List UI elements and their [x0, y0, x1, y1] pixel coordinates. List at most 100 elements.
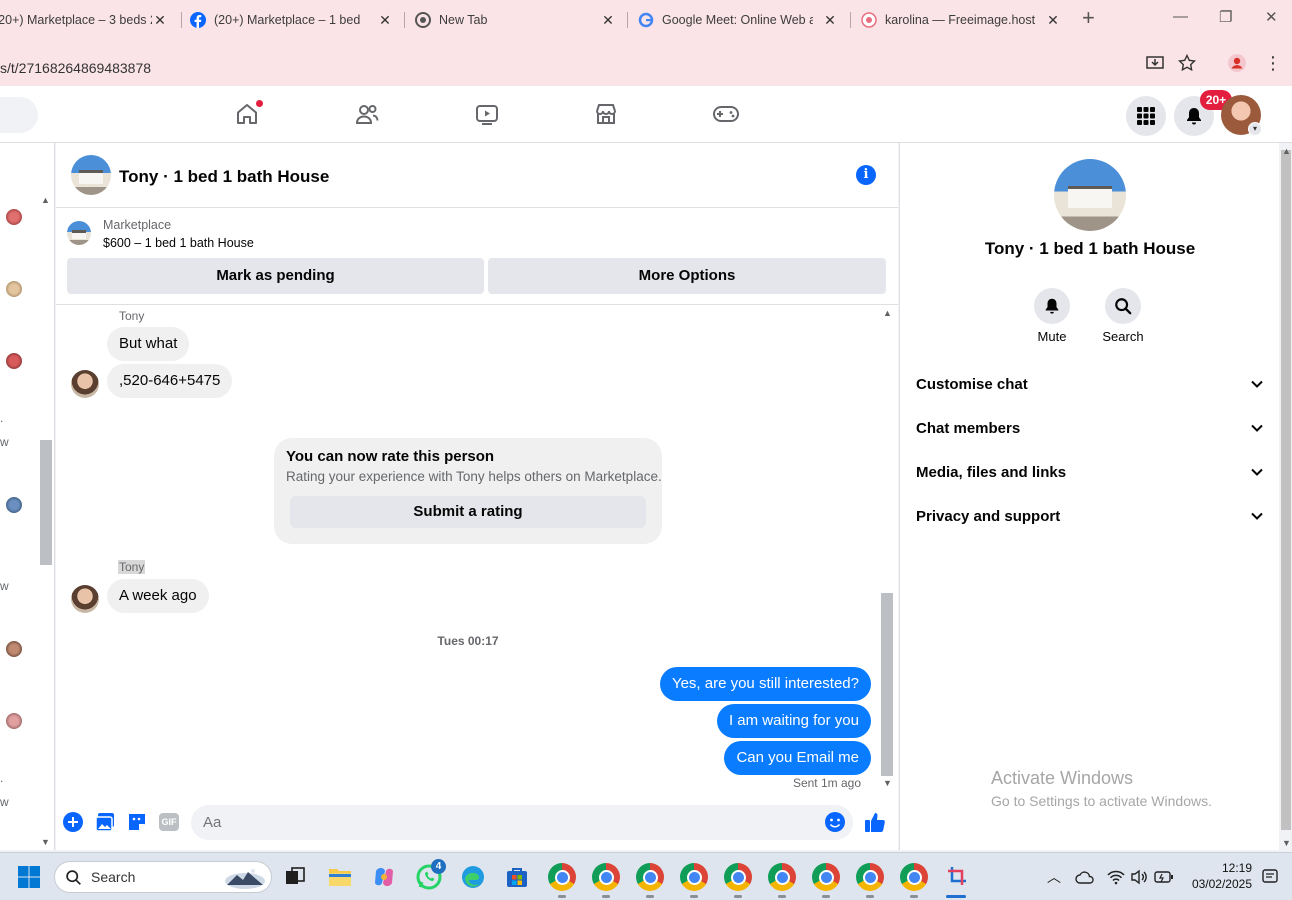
file-explorer-icon[interactable] [326, 863, 354, 891]
sticker-icon[interactable] [126, 811, 148, 833]
install-app-icon[interactable] [1145, 53, 1165, 73]
chat-members-section[interactable]: Chat members [916, 406, 1264, 450]
edge-icon[interactable] [459, 863, 487, 891]
thumbs-up-icon[interactable] [864, 811, 886, 833]
volume-icon[interactable] [1125, 863, 1153, 891]
tab-4-close-icon[interactable]: ✕ [822, 10, 838, 30]
media-files-links-section[interactable]: Media, files and links [916, 450, 1264, 494]
chevron-down-icon[interactable]: ▾ [1248, 122, 1262, 136]
search-in-conversation-button[interactable]: Search [1093, 288, 1153, 344]
chrome-profile-7-icon[interactable] [812, 863, 840, 891]
outgoing-message[interactable]: Can you Email me [724, 741, 871, 775]
outgoing-message[interactable]: Yes, are you still interested? [659, 667, 871, 701]
page-scroll-up-arrow-icon[interactable]: ▲ [1282, 146, 1291, 156]
tab-2-close-icon[interactable]: ✕ [377, 10, 393, 30]
copilot-icon[interactable] [370, 863, 398, 891]
scroll-down-arrow-icon[interactable]: ▼ [883, 778, 892, 788]
privacy-support-section[interactable]: Privacy and support [916, 494, 1264, 538]
windows-start-icon[interactable] [15, 863, 43, 891]
chat-avatar[interactable] [6, 497, 22, 513]
browser-tab-4[interactable]: Google Meet: Online Web an [638, 8, 813, 32]
menu-grid-button[interactable] [1126, 96, 1166, 136]
outgoing-message[interactable]: I am waiting for you [716, 704, 871, 738]
info-icon[interactable]: i [856, 165, 876, 185]
scroll-down-arrow-icon[interactable]: ▼ [41, 837, 50, 847]
task-view-icon[interactable] [281, 863, 309, 891]
snipping-tool-icon[interactable] [944, 863, 972, 891]
browser-tab-5[interactable]: karolina — Freeimage.host [861, 8, 1036, 32]
url-field[interactable]: s/t/27168264869483878 [0, 45, 1130, 81]
chrome-menu-icon[interactable]: ⋮ [1263, 53, 1283, 73]
video-icon[interactable] [473, 100, 501, 128]
conversation-title[interactable]: Tony · 1 bed 1 bath House [119, 167, 329, 187]
chrome-profile-9-icon[interactable] [900, 863, 928, 891]
chrome-profile-6-icon[interactable] [768, 863, 796, 891]
running-indicator [822, 895, 830, 898]
emoji-icon[interactable] [824, 811, 846, 833]
chrome-profile-4-icon[interactable] [680, 863, 708, 891]
chrome-profile-1-icon[interactable] [548, 863, 576, 891]
incoming-message[interactable]: But what [107, 327, 190, 361]
bookmark-star-icon[interactable] [1177, 53, 1197, 73]
listing-profile-image[interactable] [1054, 159, 1126, 231]
new-tab-plus-icon[interactable]: + [1082, 5, 1095, 31]
sender-avatar[interactable] [71, 585, 99, 613]
sidebar-scrollbar-thumb[interactable] [40, 440, 52, 565]
home-icon[interactable] [233, 99, 264, 128]
running-indicator [558, 895, 566, 898]
chat-avatar[interactable] [6, 713, 22, 729]
chrome-profile-icon[interactable] [1227, 53, 1247, 73]
tab-5-close-icon[interactable]: ✕ [1045, 10, 1061, 30]
chrome-profile-3-icon[interactable] [636, 863, 664, 891]
taskbar-search-box[interactable]: Search [54, 861, 272, 893]
facebook-icon [190, 12, 206, 28]
page-scrollbar-thumb[interactable] [1281, 150, 1291, 830]
window-close-icon[interactable]: ✕ [1265, 8, 1278, 26]
sender-avatar[interactable] [71, 370, 99, 398]
customise-chat-section[interactable]: Customise chat [916, 362, 1264, 406]
chrome-profile-2-icon[interactable] [592, 863, 620, 891]
tab-1-close-icon[interactable]: ✕ [152, 10, 168, 30]
mute-button[interactable]: Mute [1022, 288, 1082, 344]
chrome-profile-8-icon[interactable] [856, 863, 884, 891]
chat-avatar[interactable] [6, 281, 22, 297]
truncated-text: . [0, 411, 4, 425]
restore-icon[interactable]: ❐ [1219, 8, 1232, 26]
whatsapp-icon[interactable]: 4 [415, 859, 446, 891]
microsoft-store-icon[interactable] [503, 863, 531, 891]
notification-center-icon[interactable] [1256, 863, 1284, 891]
onedrive-icon[interactable] [1071, 863, 1099, 891]
message-scrollbar-thumb[interactable] [881, 593, 893, 776]
friends-icon[interactable] [353, 100, 381, 128]
incoming-message[interactable]: A week ago [107, 579, 209, 613]
taskbar-clock[interactable]: 12:19 03/02/2025 [1190, 860, 1252, 892]
photo-icon[interactable] [94, 811, 116, 833]
listing-avatar[interactable] [71, 155, 111, 195]
gaming-icon[interactable] [712, 100, 740, 128]
more-options-button[interactable]: More Options [488, 258, 886, 294]
listing-thumbnail[interactable] [67, 221, 91, 245]
gif-icon[interactable]: GIF [158, 811, 180, 833]
incoming-message[interactable]: ,520-646+5475 [107, 364, 233, 398]
battery-icon[interactable] [1150, 863, 1178, 891]
marketplace-icon[interactable] [592, 100, 620, 128]
browser-tab-1[interactable]: (20+) Marketplace – 3 beds 2 [0, 8, 152, 32]
chat-avatar[interactable] [6, 353, 22, 369]
scroll-up-arrow-icon[interactable]: ▲ [883, 308, 892, 318]
facebook-search-field[interactable] [0, 97, 38, 133]
page-scroll-down-arrow-icon[interactable]: ▼ [1282, 838, 1291, 848]
scroll-up-arrow-icon[interactable]: ▲ [41, 195, 50, 205]
message-input[interactable] [191, 805, 853, 840]
browser-tab-3[interactable]: New Tab [415, 8, 595, 32]
show-hidden-icons-chevron-icon[interactable]: ︿ [1040, 863, 1068, 891]
chat-avatar[interactable] [6, 209, 22, 225]
minimize-icon[interactable]: — [1173, 8, 1188, 25]
plus-circle-icon[interactable] [62, 811, 84, 833]
browser-tab-2[interactable]: (20+) Marketplace – 1 bed 1 [190, 8, 360, 32]
chat-avatar[interactable] [6, 641, 22, 657]
mark-as-pending-button[interactable]: Mark as pending [67, 258, 484, 294]
submit-rating-button[interactable]: Submit a rating [290, 496, 646, 528]
tab-3-close-icon[interactable]: ✕ [600, 10, 616, 30]
chrome-profile-5-icon[interactable] [724, 863, 752, 891]
listing-title[interactable]: $600 – 1 bed 1 bath House [103, 236, 254, 250]
